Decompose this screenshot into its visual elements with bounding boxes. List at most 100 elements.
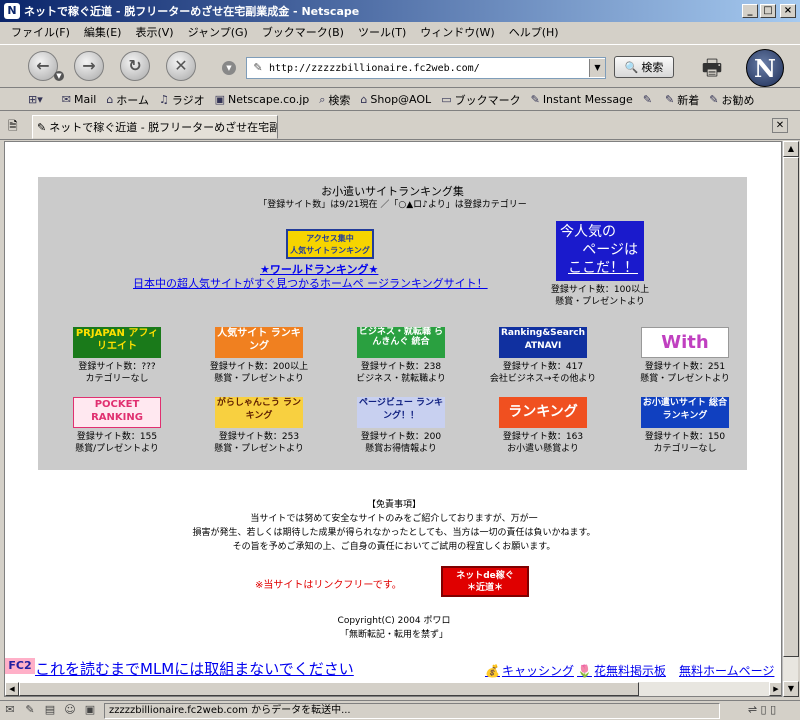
history-dropdown[interactable]: ▼ [222,61,236,75]
shop-icon: ⌂ [360,93,368,106]
navigation-toolbar: ← ▼ → ↻ ✕ ▼ ✎ http://zzzzzbillionaire.fc… [0,44,800,88]
status-bar: ✉ ✎ ▤ ☺ ▣ zzzzzbillionaire.fc2web.com から… [0,700,800,720]
im-icon[interactable]: ☺ [60,703,80,719]
radio-icon: ♫ [158,93,169,106]
search-icon: ⌕ [319,92,326,106]
cashing-link[interactable]: 💰 キャッシング [485,662,574,679]
toolbar-item-netscape[interactable]: ▣ Netscape.co.jp [215,93,310,106]
menu-view[interactable]: 表示(V) [128,24,180,40]
net-shortcut-banner[interactable]: ネットde稼ぐ ＊近道＊ [441,566,529,597]
search-button-label: 検索 [641,61,664,74]
netscape-logo[interactable]: N [746,49,784,87]
horizontal-scroll-thumb[interactable] [19,682,639,696]
page-content: お小遣いサイトランキング集 「登録サイト数」は9/21現在 ／「○▲ロ♪より」は… [4,141,782,697]
maximize-button[interactable]: □ [760,4,776,18]
page-icon: ✎ [37,120,47,134]
ranking-banner[interactable]: Ranking&Search ATNAVI [499,327,587,358]
vertical-scroll-thumb[interactable] [783,157,799,657]
close-button[interactable]: × [780,4,796,18]
ranking-banner[interactable]: ランキング [499,397,587,428]
flower-icon: 🌷 [577,663,592,678]
toolbar-item-instant-message[interactable]: ✎ Instant Message [531,93,633,106]
forward-arrow-icon: → [82,56,96,75]
toolbar-item-recommended[interactable]: ✎ お勧め [709,92,754,108]
netscape-app-icon[interactable]: N [4,3,20,19]
menu-file[interactable]: ファイル(F) [4,24,77,40]
fc2-logo[interactable]: FC2 [5,658,35,674]
toolbar-item-new[interactable]: ✎ 新着 [665,92,699,108]
ranking-banner[interactable]: お小遣いサイト 総合ランキング [641,397,729,428]
new-tab-icon[interactable]: 🗎 [8,117,26,133]
mail-status-icon[interactable]: ✉ [0,703,20,719]
url-bar[interactable]: ✎ http://zzzzzbillionaire.fc2web.com/ ▼ [246,57,606,79]
scroll-up-arrow[interactable]: ▲ [783,141,799,157]
ranking-banner[interactable]: PRJAPAN アフィリエイト [73,327,161,358]
link-icon: ✎ [530,93,540,106]
status-text: zzzzzbillionaire.fc2web.com からデータを転送中... [104,702,720,719]
flower-board-link[interactable]: 🌷 花無料掲示板 [577,662,666,679]
menu-edit[interactable]: 編集(E) [77,24,129,40]
link-icon: ✎ [642,93,653,106]
world-ranking-banner[interactable]: アクセス集中 人気サイトランキング [286,229,374,259]
toolbar-item-shop[interactable]: ⌂ Shop@AOL [360,93,431,106]
copyright: Copyright(C) 2004 ポワロ 「無断転記・転用を禁ず」 [337,616,451,640]
personal-toolbar: ⊞▾ ✉ Mail ⌂ ホーム ♫ ラジオ ▣ Netscape.co.jp ⌕ 検索 ⌂… [0,89,800,111]
ranking-item: ランキング 登録サイト数：163 お小遣い懸賞より [481,397,605,455]
toolbar-item-mail[interactable]: ✉ Mail [62,93,97,106]
magnifier-icon: 🔍 [624,60,639,74]
toolbar-item-radio[interactable]: ♫ ラジオ [159,92,205,108]
menu-help[interactable]: ヘルプ(H) [502,24,566,40]
ranking-banner[interactable]: With [641,327,729,358]
folder-icon: ▭ [441,93,452,106]
compose-icon[interactable]: ✎ [20,703,40,719]
toolbar-item-bookmarks[interactable]: ▭ ブックマーク [441,92,520,108]
horizontal-scrollbar[interactable]: ◀ ▶ [5,682,781,696]
stop-icon: ✕ [174,56,188,75]
menu-go[interactable]: ジャンプ(G) [181,24,255,40]
money-bag-icon: 💰 [485,663,500,678]
toolbar-menu-icon[interactable]: ⊞▾ [28,93,46,106]
search-button[interactable]: 🔍 検索 [614,56,674,78]
tab-current[interactable]: ✎ ネットで稼ぐ近道 - 脱フリーターめざせ在宅副... [32,115,278,139]
close-tab-button[interactable]: ✕ [772,118,788,133]
disclaimer-heading: 【免責事項】 [366,500,421,510]
panel-subtitle: 「登録サイト数」は9/21現在 ／「○▲ロ♪より」は登録カテゴリー [258,200,527,210]
print-icon[interactable]: 🖶 [696,51,728,81]
free-homepage-link[interactable]: 無料ホームページ [679,662,774,679]
ranking-banner[interactable]: ビジネス・就転職 らんきんぐ 統合 [357,327,445,358]
toolbar-item-search[interactable]: ⌕ 検索 [319,92,350,108]
toolbar-item-blank[interactable]: ✎ [643,93,655,106]
popular-page-banner[interactable]: 今人気の ページは ここだ！！ [556,221,644,281]
menu-bookmarks[interactable]: ブックマーク(B) [255,24,351,40]
title-bar: N ネットで稼ぐ近道 - 脱フリーターめざせ在宅副業成金 - Netscape … [0,0,800,22]
ranking-banner[interactable]: がらしゃんこう ランキング [215,397,303,428]
world-ranking-desc-link[interactable]: 日本中の超人気サイトがすぐ見つかるホームペ ージランキングサイト！ [133,275,488,291]
scroll-left-arrow[interactable]: ◀ [5,682,19,696]
menu-window[interactable]: ウィンドウ(W) [413,24,501,40]
stop-button[interactable]: ✕ [166,51,196,81]
ranking-item: POCKET RANKING 登録サイト数：155 懸賞/プレゼントより [55,397,179,455]
ranking-banner[interactable]: 人気サイト ランキング [215,327,303,358]
address-book-icon[interactable]: ▤ [40,703,60,719]
ranking-item: 人気サイト ランキング 登録サイト数：200以上 懸賞・プレゼントより [209,327,309,384]
ranking-item: With 登録サイト数：251 懸賞・プレゼントより [623,327,747,385]
scroll-down-arrow[interactable]: ▼ [783,681,799,697]
back-arrow-icon: ← [36,56,50,75]
composer-icon[interactable]: ▣ [80,703,100,719]
forward-button[interactable]: → [74,51,104,81]
popular-page-info: 登録サイト数：100以上 懸賞・プレゼントより [550,285,650,307]
menu-bar: ファイル(F) 編集(E) 表示(V) ジャンプ(G) ブックマーク(B) ツー… [0,22,800,42]
back-history-dropdown[interactable]: ▼ [54,71,64,81]
ranking-banner[interactable]: ページビュー ランキング！！ [357,397,445,428]
reload-button[interactable]: ↻ [120,51,150,81]
toolbar-item-home[interactable]: ⌂ ホーム [106,92,149,108]
menu-tools[interactable]: ツール(T) [351,24,413,40]
fc2-mlm-link[interactable]: これを読むまでMLMには取組まないでください [35,658,354,679]
ranking-banner[interactable]: POCKET RANKING [73,397,161,428]
url-dropdown[interactable]: ▼ [589,59,605,77]
minimize-button[interactable]: _ [742,4,758,18]
vertical-scrollbar[interactable]: ▲ ▼ [782,141,799,697]
url-input[interactable]: http://zzzzzbillionaire.fc2web.com/ [269,63,589,74]
link-icon: ✎ [665,93,675,106]
scroll-right-arrow[interactable]: ▶ [769,682,781,696]
